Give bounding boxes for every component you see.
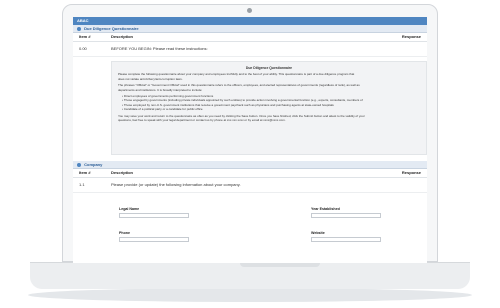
phone-label: Phone — [119, 231, 130, 235]
laptop-lid: ABAC Due Diligence Questionnaire Item # … — [62, 4, 438, 263]
app-title: ABAC — [77, 18, 89, 23]
table-header: Item # Description Response — [73, 169, 427, 178]
screen: ABAC Due Diligence Questionnaire Item # … — [73, 17, 427, 263]
company-form: Legal Name Year Established Phone Websit… — [73, 193, 427, 253]
year-established-label: Year Established — [311, 207, 340, 211]
table-row: 1.1 Please provide (or update) the follo… — [73, 178, 427, 193]
column-description: Description — [111, 170, 134, 175]
column-description: Description — [111, 34, 134, 39]
year-established-input[interactable] — [311, 213, 381, 218]
laptop-shadow — [28, 288, 472, 302]
row-description: Please provide (or update) the following… — [111, 182, 241, 187]
row-description: BEFORE YOU BEGIN: Please read these inst… — [111, 46, 208, 51]
row-item-number: 0.00 — [79, 46, 87, 51]
app-header: ABAC — [73, 17, 427, 25]
instructions-para-2b: departments and institutions. It is broa… — [118, 87, 203, 92]
column-item: Item # — [79, 34, 91, 39]
website-label: Website — [311, 231, 325, 235]
list-item: Candidate of a political party or a cand… — [122, 107, 420, 111]
column-response: Response — [401, 170, 421, 175]
laptop-base — [30, 262, 470, 289]
column-item: Item # — [79, 170, 91, 175]
instructions-title: Due Diligence Questionnaire — [245, 66, 293, 70]
table-header: Item # Description Response — [73, 33, 427, 42]
section-title: Company — [84, 162, 103, 167]
section-title: Due Diligence Questionnaire — [84, 26, 139, 31]
column-response: Response — [401, 34, 421, 39]
camera-icon — [247, 8, 252, 13]
row-item-number: 1.1 — [79, 182, 85, 187]
instructions-para-1b: does not violate anti-bribery/anti-corru… — [118, 76, 183, 81]
table-row: 0.00 BEFORE YOU BEGIN: Please read these… — [73, 42, 427, 57]
instructions-panel: Due Diligence Questionnaire Please compl… — [111, 61, 427, 155]
section-header-company[interactable]: Company — [73, 161, 427, 169]
laptop-base-notch — [240, 263, 320, 267]
collapse-icon[interactable] — [77, 162, 81, 167]
section-header-due-diligence[interactable]: Due Diligence Questionnaire — [73, 25, 427, 33]
collapse-icon[interactable] — [77, 26, 81, 31]
instructions-para-3b: questions, feel free to speak with your … — [118, 118, 286, 123]
legal-name-label: Legal Name — [119, 207, 140, 211]
instructions-list: Direct employees of governments performi… — [122, 94, 420, 112]
website-input[interactable] — [311, 237, 381, 242]
phone-input[interactable] — [119, 237, 189, 242]
legal-name-input[interactable] — [119, 213, 189, 218]
